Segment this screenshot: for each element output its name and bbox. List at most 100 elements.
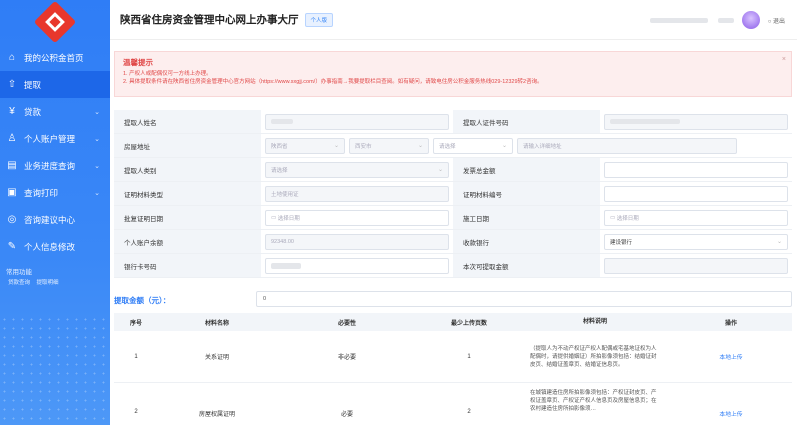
notice-banner: 温馨提示 1. 产权人或配偶仅可一方线上办理。 2. 具体提取条件请在陕西省住房… bbox=[114, 51, 792, 97]
chevron-down-icon: ⌄ bbox=[776, 239, 782, 245]
chevron-down-icon: ⌄ bbox=[501, 143, 507, 149]
balance-value: 92348.00 bbox=[271, 238, 294, 245]
logo-box bbox=[0, 0, 110, 44]
idno-blurred bbox=[610, 119, 680, 124]
common-links: 贷款查询 提取明细 bbox=[0, 278, 110, 286]
type-label: 提取人类别 bbox=[114, 158, 261, 181]
sidebar-item-label: 咨询建议中心 bbox=[24, 214, 76, 225]
type-select[interactable]: 请选择 ⌄ bbox=[265, 161, 449, 178]
amount-input[interactable]: 0 bbox=[256, 291, 792, 307]
chevron-down-icon: ⌄ bbox=[94, 189, 100, 197]
address-group: 陕西省 ⌄ 西安市 ⌄ 请选择 ⌄ 请输入详细地址 bbox=[261, 134, 792, 157]
city-value: 西安市 bbox=[355, 143, 372, 150]
cert-no-input[interactable] bbox=[604, 185, 788, 202]
calendar-icon: ▭ bbox=[610, 214, 617, 221]
address-detail-placeholder: 请输入详细地址 bbox=[523, 143, 562, 150]
form-row: 证明材料类型 土地使用证 证明材料编号 bbox=[114, 182, 792, 206]
bank-label: 收款银行 bbox=[453, 230, 600, 253]
row-name: 关系证明 bbox=[204, 355, 229, 361]
logout-button[interactable]: ○ 退出 bbox=[768, 16, 785, 25]
chevron-down-icon: ⌄ bbox=[417, 143, 423, 149]
sidebar-item-label: 个人账户管理 bbox=[24, 133, 76, 144]
address-label: 房屋地址 bbox=[114, 134, 261, 157]
chat-icon: ◎ bbox=[7, 214, 17, 225]
sidebar-item-4[interactable]: ▤ 业务进度查询 ⌄ bbox=[0, 152, 110, 179]
form-row: 提取人类别 请选择 ⌄ 发票总金额 bbox=[114, 158, 792, 182]
cert-type-value: 土地使用证 bbox=[271, 191, 299, 198]
row-necessity: 非必要 bbox=[337, 355, 356, 361]
city-select[interactable]: 西安市 ⌄ bbox=[349, 137, 429, 154]
header-desc: 材料说明 bbox=[582, 319, 607, 325]
balance-field: 92348.00 bbox=[265, 233, 449, 250]
table-row: 1 关系证明 非必要 1 （提取人为不动产权证产权人配偶或宅基地证权为人配偶时，… bbox=[114, 331, 792, 383]
row-pages: 1 bbox=[467, 353, 471, 360]
logo bbox=[33, 0, 77, 44]
approve-date-label: 批复证明日期 bbox=[114, 206, 261, 229]
header-user-area: ○ 退出 bbox=[649, 0, 785, 40]
form-row: 批复证明日期 ▭ 选择日期 施工日期 ▭ 选择日期 bbox=[114, 206, 792, 230]
type-value: 请选择 bbox=[271, 167, 288, 174]
cert-no-label: 证明材料编号 bbox=[453, 182, 600, 205]
approve-date-placeholder: 选择日期 bbox=[277, 215, 300, 222]
chevron-down-icon: ⌄ bbox=[437, 167, 443, 173]
upload-button[interactable]: 本地上传 bbox=[719, 355, 742, 361]
common-link-withdraw-detail[interactable]: 提取明细 bbox=[37, 280, 59, 286]
idno-field bbox=[604, 113, 788, 130]
name-blurred bbox=[271, 119, 293, 124]
build-date-label: 施工日期 bbox=[453, 206, 600, 229]
notice-line-2: 2. 具体提取条件请在陕西省住房资金管理中心官方网站（https://www.s… bbox=[123, 79, 543, 85]
upload-button[interactable]: 本地上传 bbox=[719, 412, 742, 418]
row-desc: 在城镇建造住房所拍影像须包括：产权证封皮页、产权证盖章页、产权证产权人信息页及房… bbox=[530, 390, 657, 412]
close-icon[interactable]: × bbox=[782, 56, 786, 63]
amount-label: 提取金额（元）： bbox=[114, 296, 171, 305]
sidebar-item-7[interactable]: ✎ 个人信息修改 bbox=[0, 233, 110, 260]
row-no: 2 bbox=[134, 409, 138, 415]
row-desc: （提取人为不动产权证产权人配偶或宅基地证权为人配偶时，请提供婚姻证）所拍影像须包… bbox=[530, 345, 657, 368]
sidebar-item-6[interactable]: ◎ 咨询建议中心 bbox=[0, 206, 110, 233]
name-field bbox=[265, 113, 449, 130]
invoice-input[interactable] bbox=[604, 161, 788, 178]
chevron-down-icon: ⌄ bbox=[94, 135, 100, 143]
row-no: 1 bbox=[134, 353, 138, 360]
sidebar-item-3[interactable]: ♙ 个人账户管理 ⌄ bbox=[0, 125, 110, 152]
avatar[interactable] bbox=[741, 11, 760, 29]
logout-label: 退出 bbox=[772, 18, 785, 25]
province-select[interactable]: 陕西省 ⌄ bbox=[265, 137, 345, 154]
form-row: 房屋地址 陕西省 ⌄ 西安市 ⌄ 请选择 ⌄ 请输入详细地址 bbox=[114, 134, 792, 158]
sidebar-item-0[interactable]: ⌂ 我的公积金首页 bbox=[0, 44, 110, 71]
sidebar-item-label: 个人信息修改 bbox=[24, 241, 76, 252]
sidebar: ⌂ 我的公积金首页 ⇧ 提取 ¥ 贷款 ⌄ ♙ 个人账户管理 ⌄ ▤ 业务进度查询 ⌄ ▣ 查询打印 ⌄ ◎ 咨询… bbox=[0, 0, 110, 425]
card-label: 银行卡号码 bbox=[114, 254, 261, 277]
card-field[interactable] bbox=[265, 257, 449, 274]
user-info-blurred bbox=[649, 17, 708, 23]
approve-date-picker[interactable]: ▭ 选择日期 bbox=[265, 209, 449, 226]
sidebar-item-2[interactable]: ¥ 贷款 ⌄ bbox=[0, 98, 110, 125]
build-date-picker[interactable]: ▭ 选择日期 bbox=[604, 209, 788, 226]
user-info-blurred-2 bbox=[717, 17, 734, 23]
header-no: 序号 bbox=[129, 320, 142, 327]
form-row: 银行卡号码 本次可提取金额 bbox=[114, 254, 792, 278]
idno-label: 提取人证件号码 bbox=[453, 110, 600, 133]
form-row: 提取人姓名 提取人证件号码 bbox=[114, 110, 792, 134]
notice-title: 温馨提示 bbox=[123, 58, 153, 67]
common-functions-title: 常用功能 bbox=[6, 269, 32, 276]
bank-select[interactable]: 建设银行 ⌄ bbox=[604, 233, 788, 250]
card-blurred bbox=[271, 262, 301, 269]
upload-icon: ⇧ bbox=[7, 79, 17, 90]
user-icon: ♙ bbox=[7, 133, 17, 144]
header-pages: 最少上传页数 bbox=[450, 320, 487, 327]
table-row: 2 房屋权属证明 必要 2 在城镇建造住房所拍影像须包括：产权证封皮页、产权证盖… bbox=[114, 383, 792, 425]
district-select[interactable]: 请选择 ⌄ bbox=[433, 137, 513, 154]
home-icon: ⌂ bbox=[8, 52, 16, 63]
table-header: 序号 材料名称 必要性 最少上传页数 材料说明 操作 bbox=[114, 313, 792, 331]
chevron-down-icon: ⌄ bbox=[94, 162, 100, 170]
sidebar-item-5[interactable]: ▣ 查询打印 ⌄ bbox=[0, 179, 110, 206]
row-necessity: 必要 bbox=[340, 412, 353, 418]
sidebar-item-1[interactable]: ⇧ 提取 bbox=[0, 71, 110, 98]
sidebar-item-label: 我的公积金首页 bbox=[24, 52, 84, 63]
form-row: 个人账户余额 92348.00 收款银行 建设银行 ⌄ bbox=[114, 230, 792, 254]
address-detail-input[interactable]: 请输入详细地址 bbox=[517, 137, 737, 154]
common-link-loan-query[interactable]: 贷款查询 bbox=[8, 280, 30, 286]
cert-type-label: 证明材料类型 bbox=[114, 182, 261, 205]
materials-table: 序号 材料名称 必要性 最少上传页数 材料说明 操作 1 关系证明 非必要 1 … bbox=[114, 313, 792, 425]
